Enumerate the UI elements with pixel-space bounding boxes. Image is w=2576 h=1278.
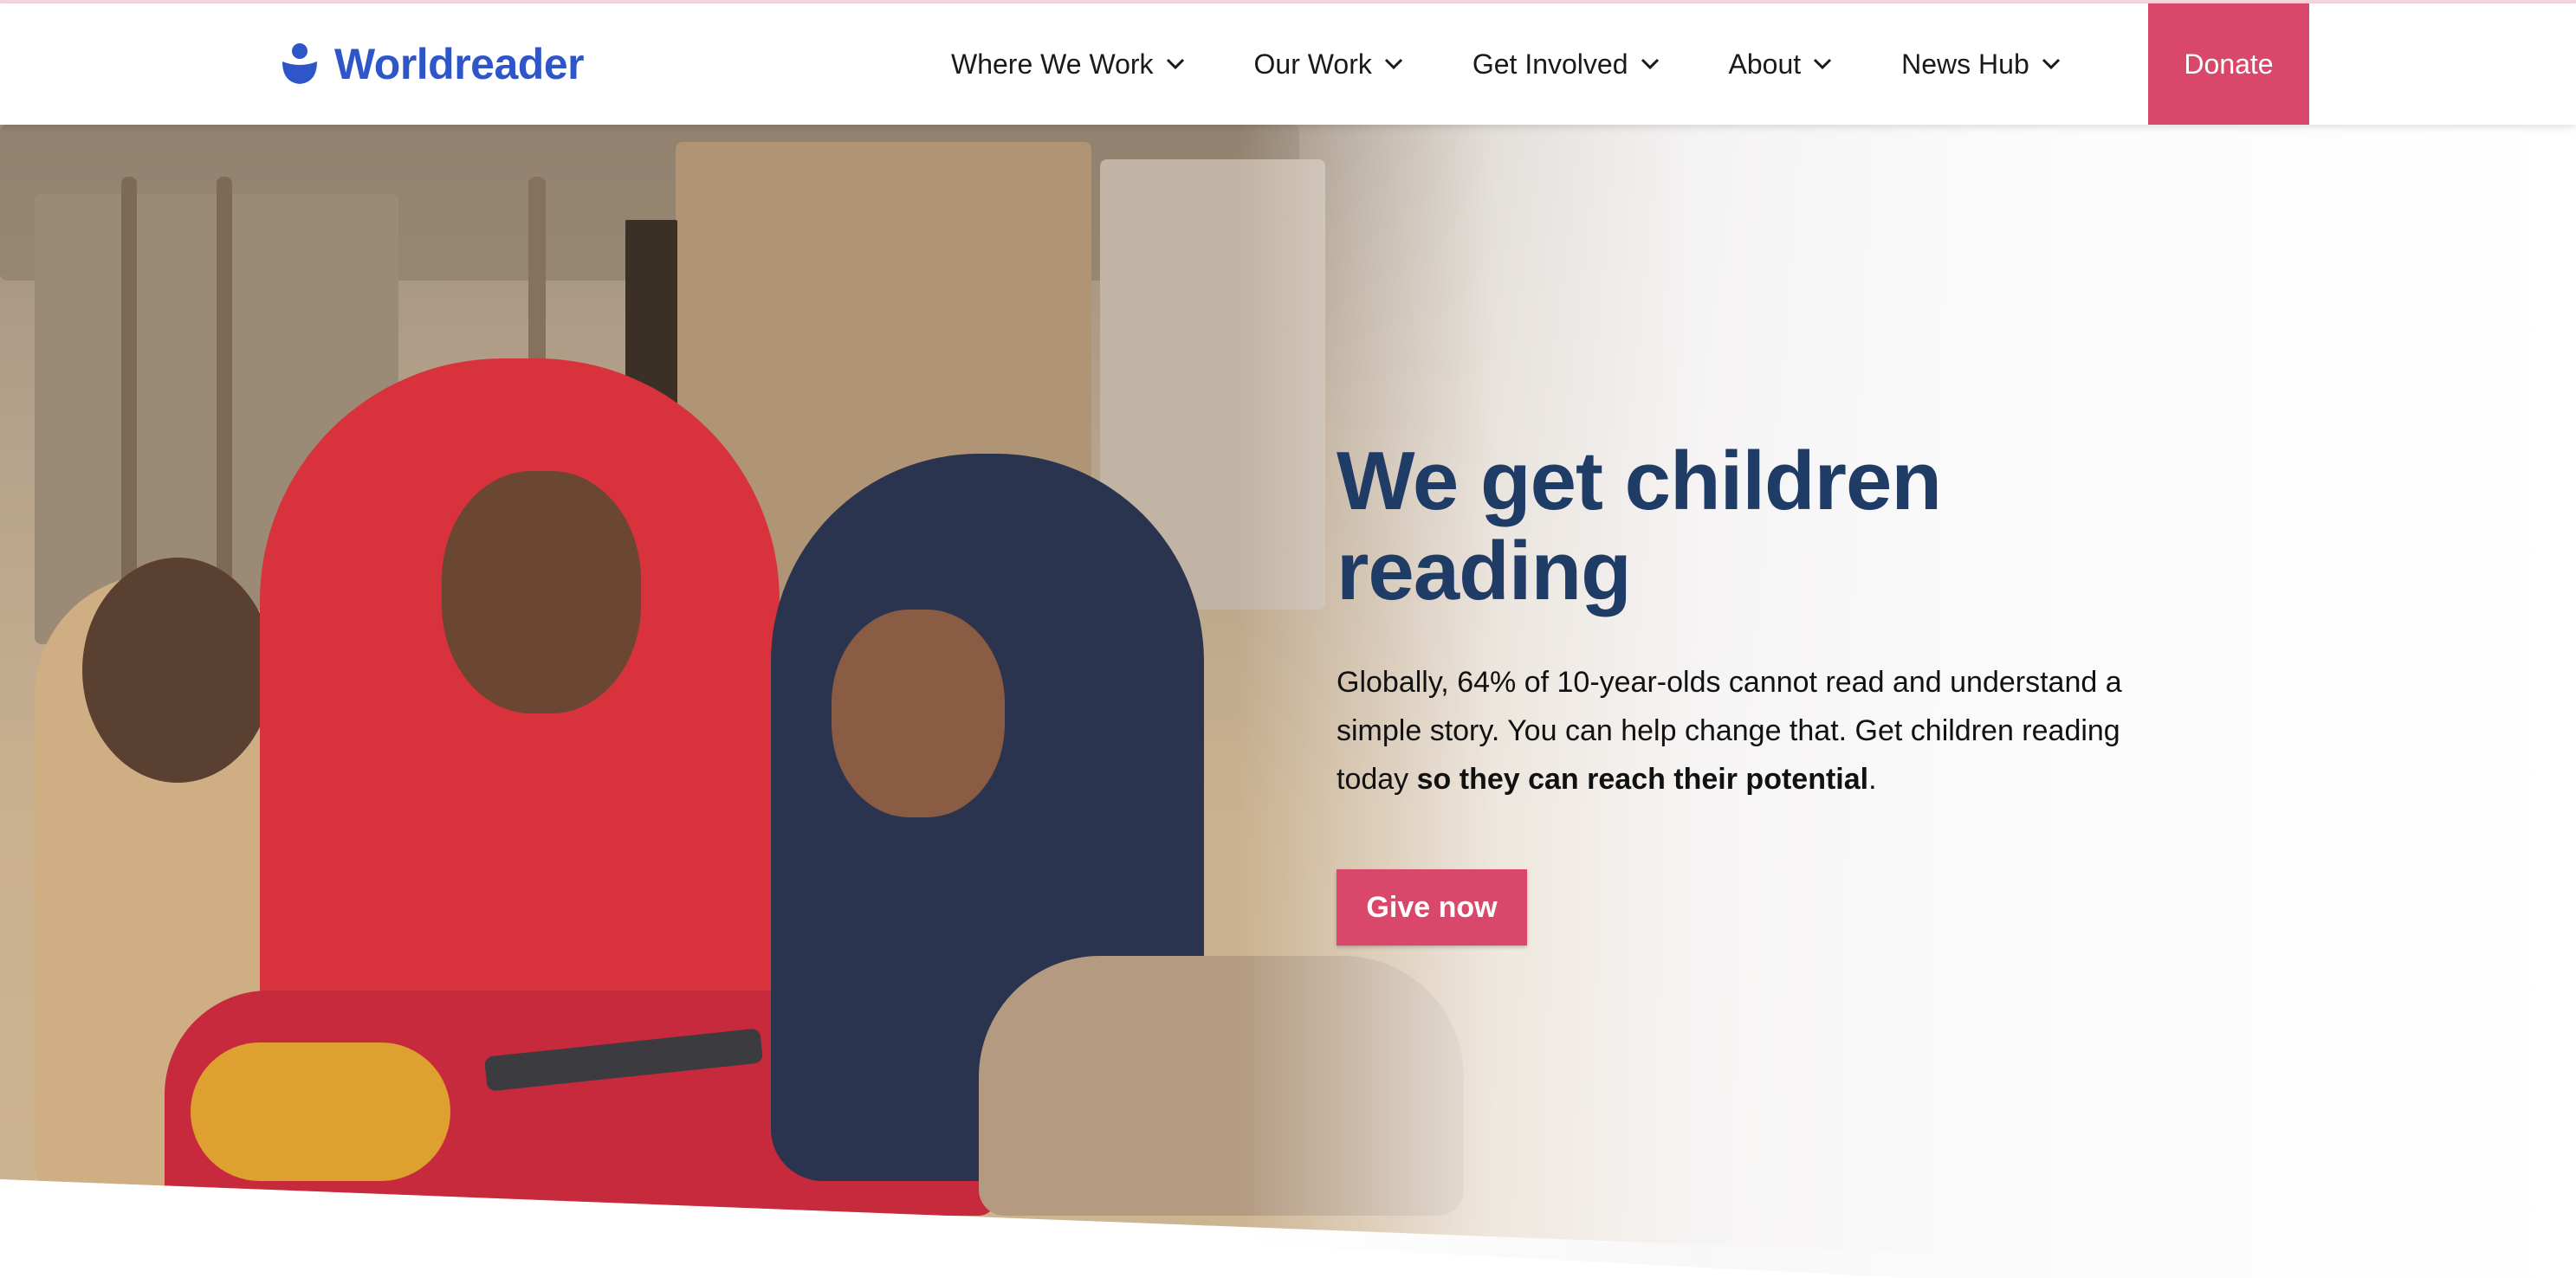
nav-where-we-work[interactable]: Where We Work [916,3,1220,125]
hero-title: We get children reading [1337,435,1942,617]
nav-get-involved[interactable]: Get Involved [1438,3,1694,125]
chevron-down-icon [1641,58,1659,70]
hero-lead: Globally, 64% of 10-year-olds cannot rea… [1337,658,2185,804]
main-nav: Where We Work Our Work Get Involved Abou… [916,3,2095,125]
brand-name: Worldreader [334,40,585,88]
nav-our-work[interactable]: Our Work [1220,3,1438,125]
person-book-icon [282,43,317,84]
chevron-down-icon [1814,58,1832,70]
nav-label: About [1728,48,1802,80]
hero-content: We get children reading Globally, 64% of… [1337,436,2185,946]
chevron-down-icon [1384,58,1402,70]
donate-button[interactable]: Donate [2148,3,2309,125]
logo[interactable]: Worldreader [281,38,585,90]
hero-lead-period: . [1868,763,1877,796]
hero-lead-emphasis: so they can reach their potential [1416,763,1869,796]
chevron-down-icon [1166,58,1184,70]
nav-about[interactable]: About [1694,3,1867,125]
nav-news-hub[interactable]: News Hub [1867,3,2095,125]
nav-label: Where We Work [951,48,1154,80]
hero-fade-overlay [0,125,2576,1278]
site-header: Worldreader Where We Work Our Work Get I… [0,3,2576,125]
hero-section: We get children reading Globally, 64% of… [0,125,2576,1278]
nav-label: Our Work [1253,48,1372,80]
give-now-button[interactable]: Give now [1337,869,1527,946]
chevron-down-icon [2042,58,2060,70]
nav-label: Get Involved [1472,48,1628,80]
nav-label: News Hub [1901,48,2029,80]
